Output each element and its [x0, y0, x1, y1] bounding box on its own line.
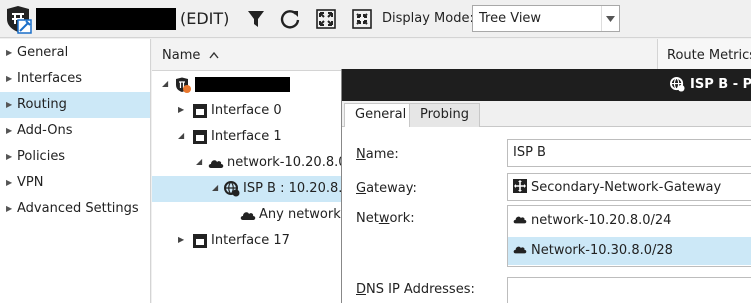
nav-item-add-ons[interactable]: ▶ Add-Ons — [0, 118, 150, 144]
nav-item-policies[interactable]: ▶ Policies — [0, 144, 150, 170]
dns-ip-input[interactable] — [507, 277, 751, 303]
nav-item-general[interactable]: ▶ General — [0, 40, 150, 66]
collapse-arrow-icon[interactable]: ◢ — [162, 79, 168, 88]
expand-icon — [316, 9, 336, 29]
expand-arrow-icon: ▶ — [6, 152, 13, 161]
tab-general[interactable]: General — [344, 103, 418, 128]
expand-arrow-icon[interactable]: ▶ — [178, 235, 184, 244]
route-metrics-column-header[interactable]: Route Metrics — [657, 39, 751, 71]
settings-nav: ▶ General ▶ Interfaces ▶ Routing ▶ Add-Ons ▶… — [0, 39, 151, 303]
nav-item-label: Add-Ons — [17, 123, 73, 138]
network-field-label: Network: — [356, 211, 415, 226]
edit-mode-label: (EDIT) — [180, 9, 230, 28]
expand-arrow-icon[interactable]: ▶ — [178, 105, 184, 114]
dialog-title: ISP B - Prop — [690, 77, 751, 92]
nav-item-vpn[interactable]: ▶ VPN — [0, 170, 150, 196]
toolbar: (EDIT) Display Mode: Tree View — [0, 0, 751, 38]
tab-probing[interactable]: Probing — [409, 103, 480, 127]
filter-button[interactable] — [244, 7, 268, 31]
list-item[interactable]: network-10.20.8.0/24 — [508, 207, 751, 235]
collapse-arrow-icon[interactable]: ◢ — [196, 157, 202, 166]
tree-row-label: network-10.20.8.0/2 — [227, 155, 360, 170]
dialog-title-bar[interactable]: ISP B - Prop — [342, 69, 751, 101]
expand-arrow-icon: ▶ — [6, 100, 13, 109]
cloud-network-icon — [208, 160, 224, 168]
nav-item-label: Policies — [17, 149, 66, 164]
expand-all-button[interactable] — [314, 7, 338, 31]
nav-item-label: Interfaces — [17, 71, 82, 86]
tree-row-label: Any network : — [259, 207, 350, 222]
expand-arrow-icon: ▶ — [6, 204, 13, 213]
gateway-field[interactable]: Secondary-Network-Gateway — [507, 173, 751, 201]
nav-item-routing[interactable]: ▶ Routing — [0, 92, 150, 118]
dialog-tabs: General Probing — [342, 101, 751, 128]
collapse-arrow-icon[interactable]: ◢ — [212, 183, 218, 192]
redacted-firewall-name — [36, 8, 176, 30]
network-list[interactable]: network-10.20.8.0/24 Network-10.30.8.0/2… — [507, 205, 751, 267]
refresh-button[interactable] — [278, 7, 302, 31]
tree-header: Name Route Metrics — [152, 39, 751, 71]
display-mode-select[interactable]: Tree View — [472, 5, 620, 32]
filter-icon — [248, 11, 264, 27]
network-interface-icon — [193, 104, 207, 118]
router-globe-icon — [670, 77, 685, 92]
nav-item-label: Advanced Settings — [17, 201, 139, 216]
collapse-icon — [352, 9, 372, 29]
nav-item-interfaces[interactable]: ▶ Interfaces — [0, 66, 150, 92]
cloud-network-icon — [513, 246, 527, 254]
nav-item-label: VPN — [17, 175, 44, 190]
nav-item-advanced-settings[interactable]: ▶ Advanced Settings — [0, 196, 150, 222]
tree-row-label: Interface 17 — [211, 233, 290, 248]
redacted-firewall-name — [195, 77, 290, 92]
list-item[interactable]: Network-10.30.8.0/28 — [508, 237, 751, 265]
display-mode-label: Display Mode: — [382, 11, 474, 26]
firewall-icon — [176, 77, 191, 93]
tree-row-label: ISP B : 10.20.8.1 — [243, 181, 351, 196]
collapse-all-button[interactable] — [350, 7, 374, 31]
tree-row-label: Interface 1 — [211, 129, 282, 144]
expand-arrow-icon: ▶ — [6, 126, 13, 135]
nav-item-label: Routing — [17, 97, 67, 112]
network-interface-icon — [193, 234, 207, 248]
properties-dialog: ISP B - Prop General Probing Name: ISP B… — [341, 69, 751, 303]
firewall-shield-icon — [4, 5, 34, 35]
expand-arrow-icon: ▶ — [6, 178, 13, 187]
collapse-arrow-icon[interactable]: ◢ — [178, 131, 184, 140]
gateway-icon — [513, 179, 527, 193]
sort-ascending-icon — [208, 51, 219, 59]
gateway-field-label: Gateway: — [356, 181, 417, 196]
chevron-down-icon — [601, 6, 619, 31]
router-globe-icon — [224, 181, 240, 197]
cloud-network-icon — [240, 212, 256, 220]
expand-arrow-icon: ▶ — [6, 74, 13, 83]
refresh-icon — [280, 10, 300, 29]
cloud-network-icon — [513, 216, 527, 224]
name-column-header[interactable]: Name — [162, 48, 219, 63]
dns-field-label: DNS IP Addresses: — [356, 282, 475, 297]
expand-arrow-icon: ▶ — [6, 48, 13, 57]
name-input[interactable]: ISP B — [507, 139, 751, 167]
tree-row-label: Interface 0 — [211, 103, 282, 118]
name-field-label: Name: — [356, 147, 399, 162]
general-pane: Name: ISP B Gateway: Secondary-Network-G… — [342, 127, 751, 303]
nav-item-label: General — [17, 45, 69, 60]
display-mode-value: Tree View — [479, 11, 542, 26]
network-interface-icon — [193, 130, 207, 144]
